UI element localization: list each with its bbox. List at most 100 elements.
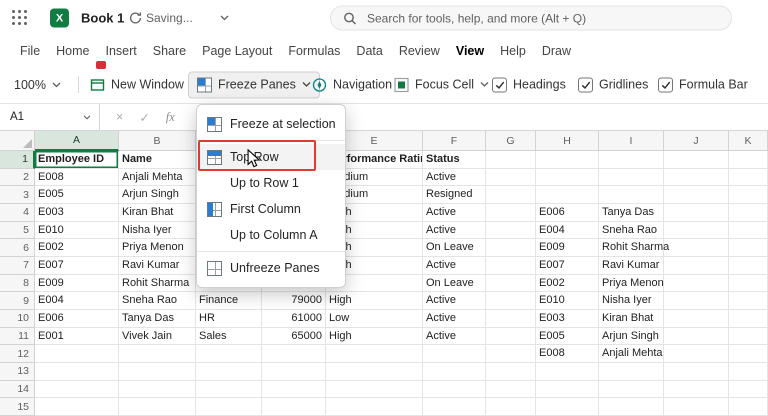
grid-cell[interactable] bbox=[423, 345, 486, 363]
grid-cell[interactable] bbox=[486, 151, 536, 169]
grid-cell[interactable] bbox=[486, 204, 536, 222]
grid-cell[interactable] bbox=[262, 363, 326, 381]
grid-cell[interactable]: Active bbox=[423, 328, 486, 346]
grid-cell[interactable]: On Leave bbox=[423, 239, 486, 257]
grid-cell[interactable]: Active bbox=[423, 292, 486, 310]
grid-cell[interactable] bbox=[536, 169, 599, 187]
title-chevron-down-icon[interactable] bbox=[220, 15, 229, 21]
grid-cell[interactable]: E008 bbox=[35, 169, 119, 187]
grid-cell[interactable] bbox=[599, 381, 664, 399]
grid-cell[interactable] bbox=[326, 345, 423, 363]
grid-cell[interactable]: E008 bbox=[536, 345, 599, 363]
grid-cell[interactable]: Sneha Rao bbox=[599, 222, 664, 240]
grid-cell[interactable] bbox=[262, 345, 326, 363]
grid-cell[interactable] bbox=[536, 381, 599, 399]
grid-cell[interactable] bbox=[486, 169, 536, 187]
grid-cell[interactable] bbox=[119, 398, 196, 416]
grid-cell[interactable] bbox=[664, 381, 729, 399]
headings-checkbox[interactable]: Headings bbox=[492, 77, 566, 92]
grid-cell[interactable] bbox=[486, 310, 536, 328]
grid-cell[interactable]: Status bbox=[423, 151, 486, 169]
grid-cell[interactable] bbox=[664, 292, 729, 310]
row-header-15[interactable]: 15 bbox=[0, 398, 35, 416]
grid-cell[interactable] bbox=[664, 239, 729, 257]
grid-cell[interactable] bbox=[196, 381, 262, 399]
grid-cell[interactable]: Active bbox=[423, 257, 486, 275]
grid-cell[interactable]: E009 bbox=[536, 239, 599, 257]
grid-cell[interactable] bbox=[729, 257, 768, 275]
grid-cell[interactable] bbox=[729, 186, 768, 204]
grid-cell[interactable] bbox=[486, 186, 536, 204]
zoom-dropdown[interactable]: 100% bbox=[14, 78, 61, 92]
grid-cell[interactable] bbox=[664, 398, 729, 416]
grid-cell[interactable] bbox=[729, 345, 768, 363]
grid-cell[interactable]: Vivek Jain bbox=[119, 328, 196, 346]
grid-cell[interactable]: E007 bbox=[35, 257, 119, 275]
grid-cell[interactable] bbox=[729, 222, 768, 240]
grid-cell[interactable]: E006 bbox=[536, 204, 599, 222]
grid-cell[interactable]: 61000 bbox=[262, 310, 326, 328]
menu-item-unfreeze-panes[interactable]: Unfreeze Panes bbox=[197, 255, 345, 281]
grid-cell[interactable]: Kiran Bhat bbox=[119, 204, 196, 222]
grid-cell[interactable] bbox=[326, 398, 423, 416]
grid-cell[interactable] bbox=[599, 363, 664, 381]
grid-cell[interactable] bbox=[486, 239, 536, 257]
grid-cell[interactable]: 65000 bbox=[262, 328, 326, 346]
grid-cell[interactable]: Anjali Mehta bbox=[119, 169, 196, 187]
enter-button[interactable]: ✓ bbox=[139, 110, 149, 125]
column-header-a[interactable]: A bbox=[35, 131, 119, 151]
menu-item-up-to-column-a[interactable]: Up to Column A bbox=[197, 222, 345, 248]
name-box[interactable]: A1 bbox=[0, 104, 100, 130]
grid-cell[interactable]: Rohit Sharma bbox=[119, 275, 196, 293]
grid-cell[interactable] bbox=[35, 363, 119, 381]
grid-cell[interactable]: E010 bbox=[35, 222, 119, 240]
grid-cell[interactable]: Sales bbox=[196, 328, 262, 346]
grid-cell[interactable] bbox=[729, 292, 768, 310]
column-header-i[interactable]: I bbox=[599, 131, 664, 151]
grid-cell[interactable]: Ravi Kumar bbox=[599, 257, 664, 275]
grid-cell[interactable] bbox=[35, 381, 119, 399]
grid-cell[interactable] bbox=[326, 381, 423, 399]
navigation-button[interactable]: Navigation bbox=[312, 77, 392, 92]
grid-cell[interactable] bbox=[423, 398, 486, 416]
grid-cell[interactable] bbox=[486, 222, 536, 240]
grid-cell[interactable]: Sneha Rao bbox=[119, 292, 196, 310]
grid-cell[interactable]: E002 bbox=[536, 275, 599, 293]
grid-cell[interactable]: Active bbox=[423, 222, 486, 240]
menu-tab-share[interactable]: Share bbox=[153, 44, 186, 58]
grid-cell[interactable] bbox=[486, 345, 536, 363]
grid-cell[interactable] bbox=[729, 363, 768, 381]
gridlines-checkbox[interactable]: Gridlines bbox=[578, 77, 648, 92]
grid-cell[interactable] bbox=[486, 328, 536, 346]
grid-cell[interactable] bbox=[599, 186, 664, 204]
insert-function-button[interactable]: fx bbox=[166, 110, 175, 125]
search-bar[interactable] bbox=[330, 6, 732, 31]
grid-cell[interactable] bbox=[664, 169, 729, 187]
grid-cell[interactable]: Tanya Das bbox=[119, 310, 196, 328]
grid-cell[interactable] bbox=[664, 275, 729, 293]
cancel-button[interactable]: × bbox=[116, 110, 123, 124]
grid-cell[interactable] bbox=[536, 151, 599, 169]
grid-cell[interactable] bbox=[486, 398, 536, 416]
grid-cell[interactable]: Active bbox=[423, 310, 486, 328]
row-header-6[interactable]: 6 bbox=[0, 239, 35, 257]
grid-cell[interactable] bbox=[664, 310, 729, 328]
grid-cell[interactable] bbox=[664, 151, 729, 169]
menu-tab-home[interactable]: Home bbox=[56, 44, 89, 58]
grid-cell[interactable] bbox=[664, 345, 729, 363]
column-header-b[interactable]: B bbox=[119, 131, 196, 151]
row-header-12[interactable]: 12 bbox=[0, 345, 35, 363]
grid-cell[interactable]: Ravi Kumar bbox=[119, 257, 196, 275]
row-header-14[interactable]: 14 bbox=[0, 381, 35, 399]
grid-cell[interactable] bbox=[729, 169, 768, 187]
menu-tab-view[interactable]: View bbox=[456, 44, 484, 58]
grid-cell[interactable]: E004 bbox=[35, 292, 119, 310]
grid-cell[interactable] bbox=[664, 222, 729, 240]
grid-cell[interactable]: E001 bbox=[35, 328, 119, 346]
grid-cell[interactable] bbox=[262, 381, 326, 399]
grid-cell[interactable]: High bbox=[326, 292, 423, 310]
grid-cell[interactable] bbox=[729, 204, 768, 222]
grid-cell[interactable]: E003 bbox=[536, 310, 599, 328]
grid-cell[interactable] bbox=[729, 398, 768, 416]
column-header-h[interactable]: H bbox=[536, 131, 599, 151]
